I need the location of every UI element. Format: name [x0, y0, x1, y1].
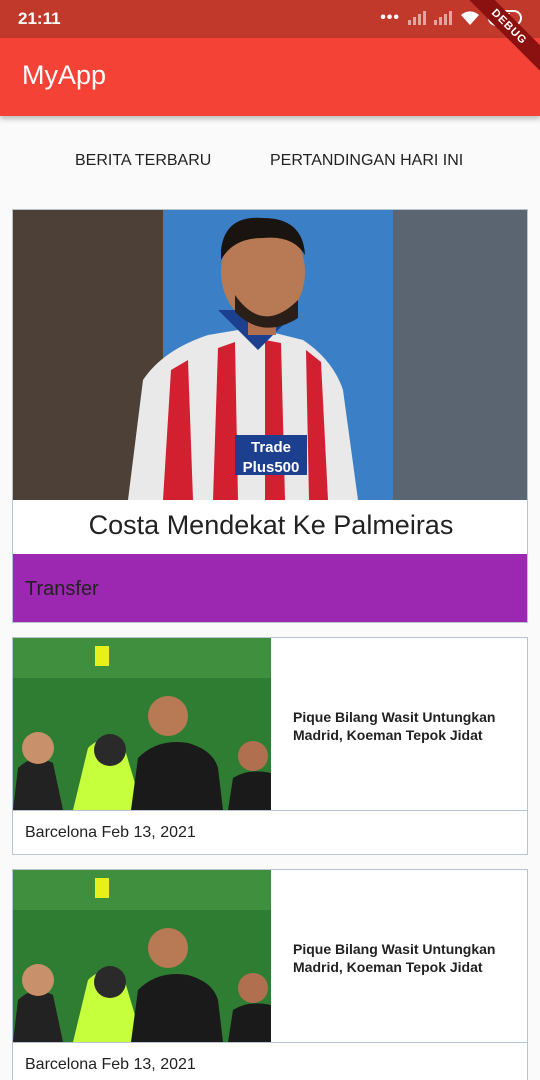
svg-text:Trade: Trade	[251, 439, 291, 456]
news-image	[13, 638, 271, 810]
hero-category-label: Transfer	[25, 578, 99, 600]
battery-icon: 35	[488, 10, 522, 26]
referee-photo-illustration	[13, 870, 271, 1042]
status-icons: ••• 35	[380, 10, 522, 26]
app-bar: MyApp	[0, 38, 540, 116]
news-title: Pique Bilang Wasit Untungkan Madrid, Koe…	[293, 941, 496, 975]
svg-text:Plus500: Plus500	[243, 459, 300, 476]
divider	[13, 1042, 527, 1043]
hero-image: Trade Plus500	[13, 210, 527, 500]
tab-berita-terbaru[interactable]: BERITA TERBARU	[75, 152, 211, 170]
news-title: Pique Bilang Wasit Untungkan Madrid, Koe…	[293, 709, 496, 743]
wifi-icon	[461, 11, 479, 25]
divider	[13, 810, 527, 811]
signal-icon	[408, 11, 426, 25]
news-card[interactable]: Pique Bilang Wasit Untungkan Madrid, Koe…	[12, 637, 528, 855]
status-bar: 21:11 ••• 35	[0, 0, 540, 38]
hero-photo-illustration: Trade Plus500	[13, 210, 527, 500]
hero-title: Costa Mendekat Ke Palmeiras	[88, 510, 454, 540]
app-title: MyApp	[22, 60, 107, 90]
news-meta: Barcelona Feb 13, 2021	[25, 824, 196, 841]
referee-photo-illustration	[13, 638, 271, 810]
tab-pertandingan-hari-ini[interactable]: PERTANDINGAN HARI INI	[270, 152, 463, 170]
news-card[interactable]: Pique Bilang Wasit Untungkan Madrid, Koe…	[12, 869, 528, 1080]
status-time: 21:11	[18, 9, 61, 28]
hero-news-card[interactable]: Trade Plus500 Costa Mendekat Ke Palmeira…	[12, 209, 528, 623]
news-meta: Barcelona Feb 13, 2021	[25, 1056, 196, 1073]
news-image	[13, 870, 271, 1042]
signal-icon-2	[434, 11, 452, 25]
more-dots-icon: •••	[380, 9, 400, 26]
tab-bar: BERITA TERBARU PERTANDINGAN HARI INI	[0, 140, 540, 184]
hero-category-bar: Transfer	[13, 554, 527, 622]
